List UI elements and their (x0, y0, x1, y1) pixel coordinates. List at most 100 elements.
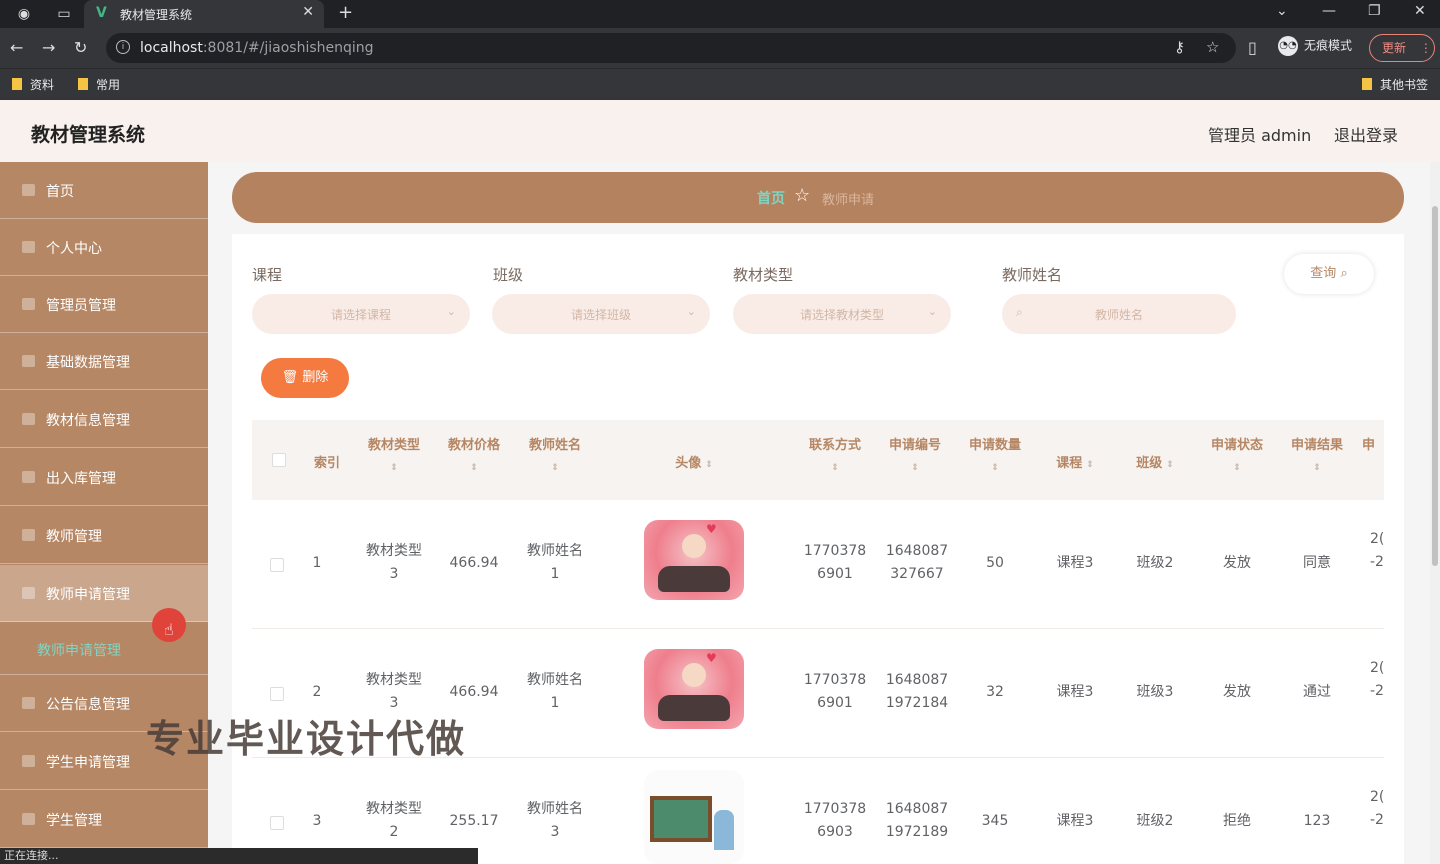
teacher-name-input[interactable]: ⌕ 教师姓名 (1002, 294, 1236, 334)
minimize-icon[interactable]: — (1322, 3, 1336, 19)
other-bookmarks[interactable]: 其他书签 (1362, 76, 1428, 93)
address-bar-row: ← → ↻ i localhost:8081/#/jiaoshishenqing… (0, 28, 1440, 68)
sidebar-item-admins[interactable]: 管理员管理 (0, 276, 208, 333)
update-button[interactable]: 更新 ⋮ (1369, 34, 1435, 62)
incognito-indicator[interactable]: ◔◔ 无痕模式 (1278, 36, 1352, 56)
current-user: 管理员 admin (1208, 126, 1312, 145)
close-tab-icon[interactable]: ✕ (302, 4, 314, 20)
cell-teacher: 教师姓名 3 (527, 801, 583, 840)
forward-icon[interactable]: → (42, 38, 55, 57)
site-info-icon[interactable]: i (116, 40, 130, 54)
page-scrollbar[interactable] (1430, 162, 1440, 864)
col-index[interactable]: 索引 (302, 452, 352, 471)
browser-logo-icon[interactable]: ◉ (14, 4, 34, 24)
cell-index: 2 (312, 684, 322, 700)
cell-status: 发放 (1223, 684, 1251, 700)
avatar-image (644, 770, 744, 864)
browser-tab[interactable]: V 教材管理系统 ✕ (84, 0, 324, 28)
cell-qty: 50 (986, 555, 1004, 571)
course-select[interactable]: 请选择课程 ⌄ (252, 294, 470, 334)
col-teacher[interactable]: 教师姓名 ⇕ (520, 434, 590, 473)
class-select[interactable]: 请选择班级 ⌄ (492, 294, 710, 334)
bookmarks-bar: 资料 常用 其他书签 (0, 68, 1440, 100)
more-menu-icon: ⋮ (1419, 41, 1432, 55)
col-phone[interactable]: 联系方式 ⇕ (800, 434, 870, 473)
type-select[interactable]: 请选择教材类型 ⌄ (733, 294, 951, 334)
new-tab-icon[interactable]: + (338, 2, 353, 23)
row-checkbox[interactable] (270, 558, 284, 572)
bookmark-star-icon[interactable]: ☆ (1206, 38, 1219, 56)
col-course[interactable]: 课程 ⇕ (1040, 452, 1110, 471)
tab-title: 教材管理系统 (120, 8, 193, 22)
sidebar-item-profile[interactable]: 个人中心 (0, 219, 208, 276)
vue-logo-icon: V (96, 5, 107, 21)
sidebar-item-textbooks[interactable]: 教材信息管理 (0, 391, 208, 448)
cell-date: 2(-2 (1370, 789, 1384, 828)
cell-course: 课程3 (1056, 684, 1094, 700)
filter-label-course: 课程 (252, 266, 283, 284)
heart-icon: ♥ (706, 522, 717, 536)
scrollbar-thumb[interactable] (1432, 206, 1438, 566)
app-title: 教材管理系统 (31, 124, 146, 146)
filter-label-class: 班级 (493, 266, 524, 284)
cell-course: 课程3 (1056, 813, 1094, 829)
col-app-no[interactable]: 申请编号 ⇕ (880, 434, 950, 473)
sidebar-item-teachers[interactable]: 教师管理 (0, 507, 208, 564)
col-price[interactable]: 教材价格 ⇕ (439, 434, 509, 473)
reload-icon[interactable]: ↻ (74, 38, 87, 57)
cell-index: 3 (312, 813, 322, 829)
cell-phone: 1770378 6903 (803, 801, 867, 840)
table-header: 索引 教材类型 ⇕ 教材价格 ⇕ 教师姓名 ⇕ 头像 ⇕ 联系方式 ⇕ 申请编号 ⇕ 申请数… (252, 420, 1384, 500)
sidebar-item-basic-data[interactable]: 基础数据管理 (0, 333, 208, 390)
tab-search-icon[interactable]: ⌄ (1276, 3, 1288, 19)
watermark-text: 专业毕业设计代做 (146, 717, 467, 761)
url-input[interactable]: i localhost:8081/#/jiaoshishenqing ⚷ ☆ (106, 33, 1236, 63)
tab-overview-icon[interactable]: ▭ (54, 4, 74, 24)
sidebar-item-home[interactable]: 首页 (0, 162, 208, 219)
row-checkbox[interactable] (270, 816, 284, 830)
delete-button[interactable]: 🗑 删除 (261, 358, 349, 398)
breadcrumb-home[interactable]: 首页 (757, 188, 785, 208)
restore-icon[interactable]: ❐ (1368, 3, 1381, 19)
sidebar-toggle-icon[interactable]: ▯ (1248, 38, 1257, 57)
incognito-label: 无痕模式 (1304, 38, 1353, 53)
logout-link[interactable]: 退出登录 (1334, 122, 1398, 146)
browser-tab-strip: ◉ ▭ V 教材管理系统 ✕ + ⌄ — ❐ ✕ (0, 0, 1440, 28)
col-qty[interactable]: 申请数量 ⇕ (960, 434, 1030, 473)
breadcrumb: 首页 ☆ 教师申请 (232, 172, 1404, 223)
trash-icon: 🗑 (281, 370, 299, 385)
cell-app-no: 1648087 1972189 (885, 801, 949, 840)
row-checkbox[interactable] (270, 687, 284, 701)
avatar-image: ♥ (644, 520, 744, 600)
cell-status: 拒绝 (1223, 813, 1251, 829)
col-result[interactable]: 申请结果 ⇕ (1282, 434, 1352, 473)
app-header: 教材管理系统 管理员 admin 退出登录 (0, 100, 1440, 162)
cell-index: 1 (312, 555, 322, 571)
folder-icon (12, 78, 22, 90)
sidebar-item-students[interactable]: 学生管理 (0, 791, 208, 848)
browser-status-bar: 正在连接... (0, 848, 478, 864)
cell-price: 466.94 (449, 555, 499, 571)
star-icon: ☆ (794, 185, 811, 206)
col-avatar[interactable]: 头像 ⇕ (652, 452, 736, 471)
back-icon[interactable]: ← (10, 38, 23, 57)
cell-status: 发放 (1223, 555, 1251, 571)
book-icon (22, 413, 35, 425)
query-button[interactable]: 查询 ⌕ (1284, 254, 1374, 294)
col-type[interactable]: 教材类型 ⇕ (359, 434, 429, 473)
window-close-icon[interactable]: ✕ (1414, 3, 1426, 19)
select-all-checkbox[interactable] (272, 453, 286, 467)
bookmark-folder-1[interactable]: 常用 (78, 76, 120, 93)
warehouse-icon (22, 471, 35, 483)
student-icon (22, 813, 35, 825)
col-status[interactable]: 申请状态 ⇕ (1202, 434, 1272, 473)
key-icon[interactable]: ⚷ (1174, 38, 1185, 56)
incognito-icon: ◔◔ (1278, 36, 1298, 56)
folder-icon (78, 78, 88, 90)
cell-course: 课程3 (1056, 555, 1094, 571)
bookmark-folder-0[interactable]: 资料 (12, 76, 54, 93)
cell-class: 班级2 (1136, 813, 1174, 829)
col-date[interactable]: 申 (1362, 434, 1384, 453)
col-class[interactable]: 班级 ⇕ (1120, 452, 1190, 471)
sidebar-item-inventory[interactable]: 出入库管理 (0, 449, 208, 506)
